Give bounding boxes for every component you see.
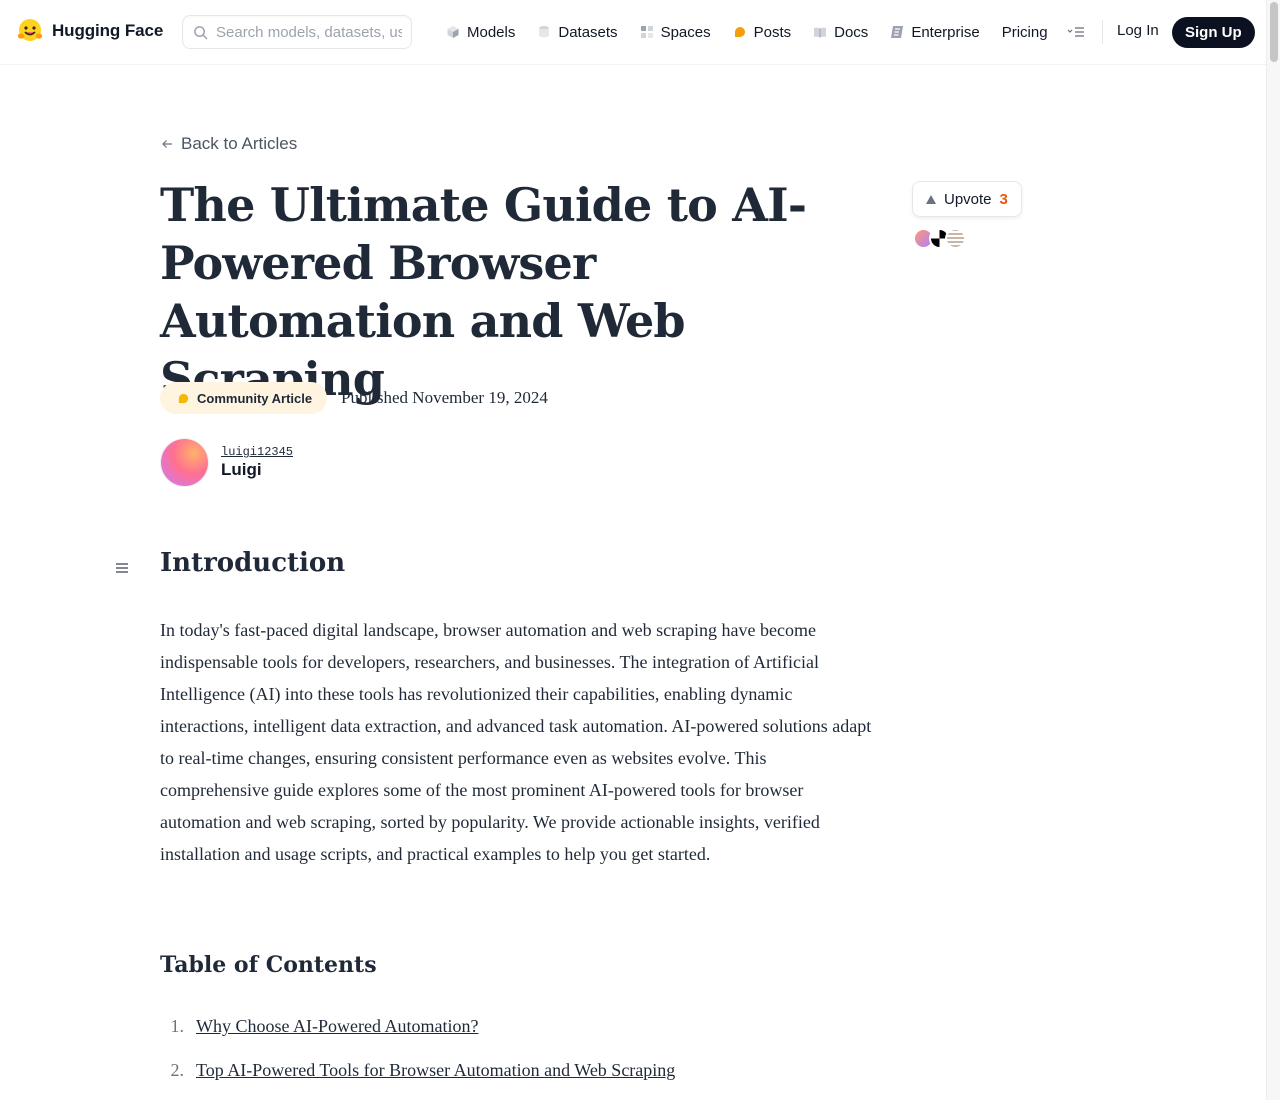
brand-link[interactable]: Hugging Face bbox=[16, 17, 163, 45]
author-card[interactable]: luigi12345 Luigi bbox=[161, 439, 293, 486]
toc-item: 1. Why Choose AI-Powered Automation? bbox=[160, 1016, 675, 1060]
page-scrollbar[interactable] bbox=[1266, 0, 1280, 1100]
community-article-badge: Community Article bbox=[160, 382, 328, 414]
scrollbar-thumb[interactable] bbox=[1270, 2, 1278, 62]
toc-link[interactable]: Top AI-Powered Tools for Browser Automat… bbox=[196, 1060, 675, 1100]
login-link[interactable]: Log In bbox=[1117, 22, 1159, 39]
nav-docs-label: Docs bbox=[834, 23, 869, 41]
badge-label: Community Article bbox=[197, 390, 313, 406]
nav-pricing-label: Pricing bbox=[1001, 23, 1048, 41]
toc-item: 2. Top AI-Powered Tools for Browser Auto… bbox=[160, 1060, 676, 1100]
chat-bubble-icon bbox=[178, 393, 189, 403]
nav-datasets-label: Datasets bbox=[558, 23, 618, 41]
article-title: The Ultimate Guide to AI-Powered Browser… bbox=[160, 178, 807, 406]
book-icon bbox=[814, 27, 827, 38]
toc-list: 1. Why Choose AI-Powered Automation? 2. … bbox=[160, 1016, 676, 1100]
top-navbar: Hugging Face Models Datasets bbox=[0, 0, 1266, 65]
toc-item-number: 2. bbox=[170, 1060, 185, 1080]
nav-datasets[interactable]: Datasets bbox=[537, 23, 618, 41]
upvote-label: Upvote bbox=[944, 190, 992, 208]
chat-bubble-icon bbox=[734, 27, 745, 37]
nav-docs[interactable]: Docs bbox=[813, 24, 868, 41]
section-heading-toc: Table of Contents bbox=[160, 952, 377, 978]
search-box[interactable] bbox=[182, 15, 412, 49]
main-nav: Models Datasets Spaces Posts Docs Enterp… bbox=[446, 0, 1070, 64]
nav-models[interactable]: Models bbox=[446, 24, 515, 41]
author-name: Luigi bbox=[221, 460, 262, 479]
nav-enterprise[interactable]: Enterprise bbox=[890, 23, 980, 41]
signup-button[interactable]: Sign Up bbox=[1172, 17, 1255, 48]
arrow-left-icon bbox=[162, 140, 172, 148]
toc-link[interactable]: Why Choose AI-Powered Automation? bbox=[196, 1016, 478, 1060]
nav-posts-label: Posts bbox=[753, 23, 792, 41]
grid-icon bbox=[640, 26, 653, 38]
search-input[interactable] bbox=[216, 23, 402, 41]
table-of-contents-icon[interactable] bbox=[114, 561, 130, 575]
back-label: Back to Articles bbox=[181, 134, 298, 153]
nav-enterprise-label: Enterprise bbox=[911, 23, 980, 41]
intro-paragraph: In today's fast-paced digital landscape,… bbox=[160, 620, 872, 864]
database-icon bbox=[539, 26, 550, 38]
author-avatar[interactable] bbox=[161, 439, 208, 486]
section-heading-introduction: Introduction bbox=[160, 548, 346, 578]
author-handle[interactable]: luigi12345 bbox=[221, 445, 293, 459]
hugging-face-logo-icon bbox=[17, 19, 43, 41]
nav-models-label: Models bbox=[467, 23, 516, 41]
nav-posts[interactable]: Posts bbox=[733, 23, 792, 41]
published-date: Published November 19, 2024 bbox=[341, 388, 548, 407]
nav-spaces[interactable]: Spaces bbox=[640, 24, 711, 41]
brand-name: Hugging Face bbox=[52, 21, 164, 40]
search-icon bbox=[194, 25, 208, 39]
more-menu-icon[interactable] bbox=[1066, 22, 1086, 42]
nav-spaces-label: Spaces bbox=[660, 23, 711, 41]
upvote-count: 3 bbox=[999, 190, 1008, 208]
cube-icon bbox=[447, 26, 459, 38]
upvoter-avatars bbox=[913, 228, 966, 249]
avatar[interactable] bbox=[945, 228, 966, 249]
triangle-up-icon bbox=[926, 194, 936, 204]
upvote-button[interactable]: Upvote 3 bbox=[912, 181, 1022, 217]
nav-divider bbox=[1102, 20, 1103, 44]
enterprise-icon bbox=[891, 26, 904, 38]
nav-pricing[interactable]: Pricing bbox=[1002, 24, 1048, 41]
back-to-articles-link[interactable]: Back to Articles bbox=[161, 134, 297, 154]
toc-item-number: 1. bbox=[170, 1016, 185, 1036]
